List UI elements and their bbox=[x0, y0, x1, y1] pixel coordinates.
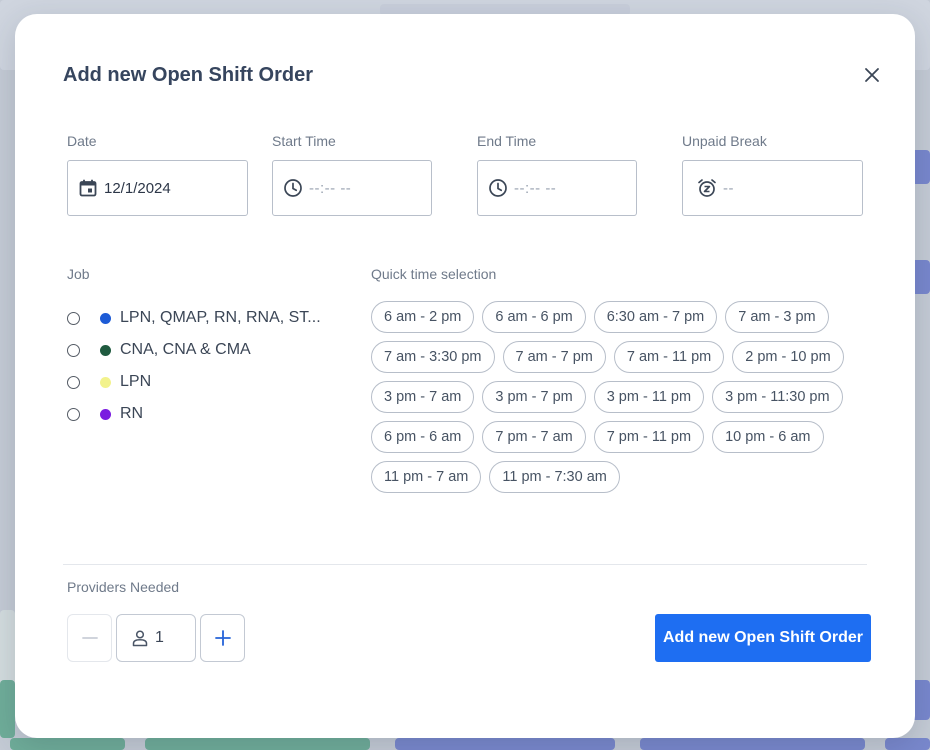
radio-button[interactable] bbox=[67, 407, 80, 421]
job-color-dot bbox=[100, 312, 111, 324]
job-option[interactable]: RN bbox=[67, 398, 321, 430]
unpaid-break-field[interactable]: -- bbox=[682, 160, 863, 216]
job-option[interactable]: LPN, QMAP, RN, RNA, ST... bbox=[67, 302, 321, 334]
quick-time-label: Quick time selection bbox=[371, 266, 497, 282]
providers-stepper: 1 bbox=[67, 614, 245, 662]
quick-time-chip[interactable]: 6 pm - 6 am bbox=[371, 421, 475, 453]
quick-time-chip[interactable]: 2 pm - 10 pm bbox=[732, 341, 844, 373]
quick-time-chip[interactable]: 3 pm - 11 pm bbox=[593, 381, 705, 413]
job-color-dot bbox=[100, 376, 111, 388]
alarm-snooze-icon bbox=[698, 179, 716, 197]
quick-time-chip[interactable]: 6 am - 6 pm bbox=[482, 301, 586, 333]
providers-needed-label: Providers Needed bbox=[67, 579, 180, 595]
start-time-placeholder: --:-- -- bbox=[309, 179, 352, 197]
unpaid-break-placeholder: -- bbox=[723, 179, 734, 197]
quick-time-chip[interactable]: 10 pm - 6 am bbox=[712, 421, 824, 453]
divider bbox=[63, 564, 867, 565]
end-time-field[interactable]: --:-- -- bbox=[477, 160, 637, 216]
job-color-dot bbox=[100, 408, 111, 420]
radio-button[interactable] bbox=[67, 311, 80, 325]
job-color-dot bbox=[100, 344, 111, 356]
end-time-placeholder: --:-- -- bbox=[514, 179, 557, 197]
plus-icon bbox=[214, 630, 231, 646]
dialog-title: Add new Open Shift Order bbox=[63, 64, 314, 86]
quick-time-chips: 6 am - 2 pm 6 am - 6 pm 6:30 am - 7 pm 7… bbox=[371, 301, 861, 493]
add-open-shift-order-button[interactable]: Add new Open Shift Order bbox=[655, 614, 871, 662]
quick-time-chip[interactable]: 7 am - 11 pm bbox=[613, 341, 725, 373]
quick-time-chip[interactable]: 6:30 am - 7 pm bbox=[593, 301, 718, 333]
add-open-shift-dialog: Add new Open Shift Order Date 12/1/2024 … bbox=[15, 14, 915, 738]
decrement-button[interactable] bbox=[67, 614, 112, 662]
person-icon bbox=[132, 630, 148, 647]
clock-icon bbox=[489, 179, 507, 197]
quick-time-chip[interactable]: 7 pm - 7 am bbox=[482, 421, 586, 453]
quick-time-chip[interactable]: 7 am - 3 pm bbox=[725, 301, 829, 333]
unpaid-break-label: Unpaid Break bbox=[682, 133, 767, 149]
minus-icon bbox=[81, 637, 98, 639]
providers-count-value: 1 bbox=[155, 629, 164, 646]
job-option-label: LPN bbox=[120, 373, 152, 390]
quick-time-chip[interactable]: 11 pm - 7:30 am bbox=[489, 461, 620, 493]
quick-time-chip[interactable]: 3 pm - 11:30 pm bbox=[712, 381, 843, 413]
quick-time-chip[interactable]: 7 am - 3:30 pm bbox=[371, 341, 495, 373]
end-time-label: End Time bbox=[477, 133, 537, 149]
date-field[interactable]: 12/1/2024 bbox=[67, 160, 248, 216]
close-icon bbox=[865, 68, 879, 82]
job-option-label: CNA, CNA & CMA bbox=[120, 341, 251, 358]
job-label: Job bbox=[67, 266, 90, 282]
quick-time-chip[interactable]: 3 pm - 7 pm bbox=[482, 381, 586, 413]
quick-time-chip[interactable]: 7 am - 7 pm bbox=[502, 341, 606, 373]
quick-time-chip[interactable]: 3 pm - 7 am bbox=[371, 381, 475, 413]
calendar-icon bbox=[79, 179, 97, 197]
clock-icon bbox=[284, 179, 302, 197]
start-time-label: Start Time bbox=[272, 133, 336, 149]
job-option[interactable]: CNA, CNA & CMA bbox=[67, 334, 321, 366]
start-time-field[interactable]: --:-- -- bbox=[272, 160, 432, 216]
quick-time-chip[interactable]: 6 am - 2 pm bbox=[371, 301, 475, 333]
job-option-label: LPN, QMAP, RN, RNA, ST... bbox=[120, 309, 321, 326]
providers-count-field[interactable]: 1 bbox=[116, 614, 196, 662]
quick-time-chip[interactable]: 7 pm - 11 pm bbox=[593, 421, 705, 453]
date-label: Date bbox=[67, 133, 97, 149]
job-option-label: RN bbox=[120, 405, 144, 422]
date-value: 12/1/2024 bbox=[104, 179, 171, 197]
job-options: LPN, QMAP, RN, RNA, ST... CNA, CNA & CMA… bbox=[67, 302, 321, 430]
radio-button[interactable] bbox=[67, 375, 80, 389]
increment-button[interactable] bbox=[200, 614, 245, 662]
job-option[interactable]: LPN bbox=[67, 366, 321, 398]
quick-time-chip[interactable]: 11 pm - 7 am bbox=[371, 461, 482, 493]
close-button[interactable] bbox=[861, 64, 883, 86]
radio-button[interactable] bbox=[67, 343, 80, 357]
